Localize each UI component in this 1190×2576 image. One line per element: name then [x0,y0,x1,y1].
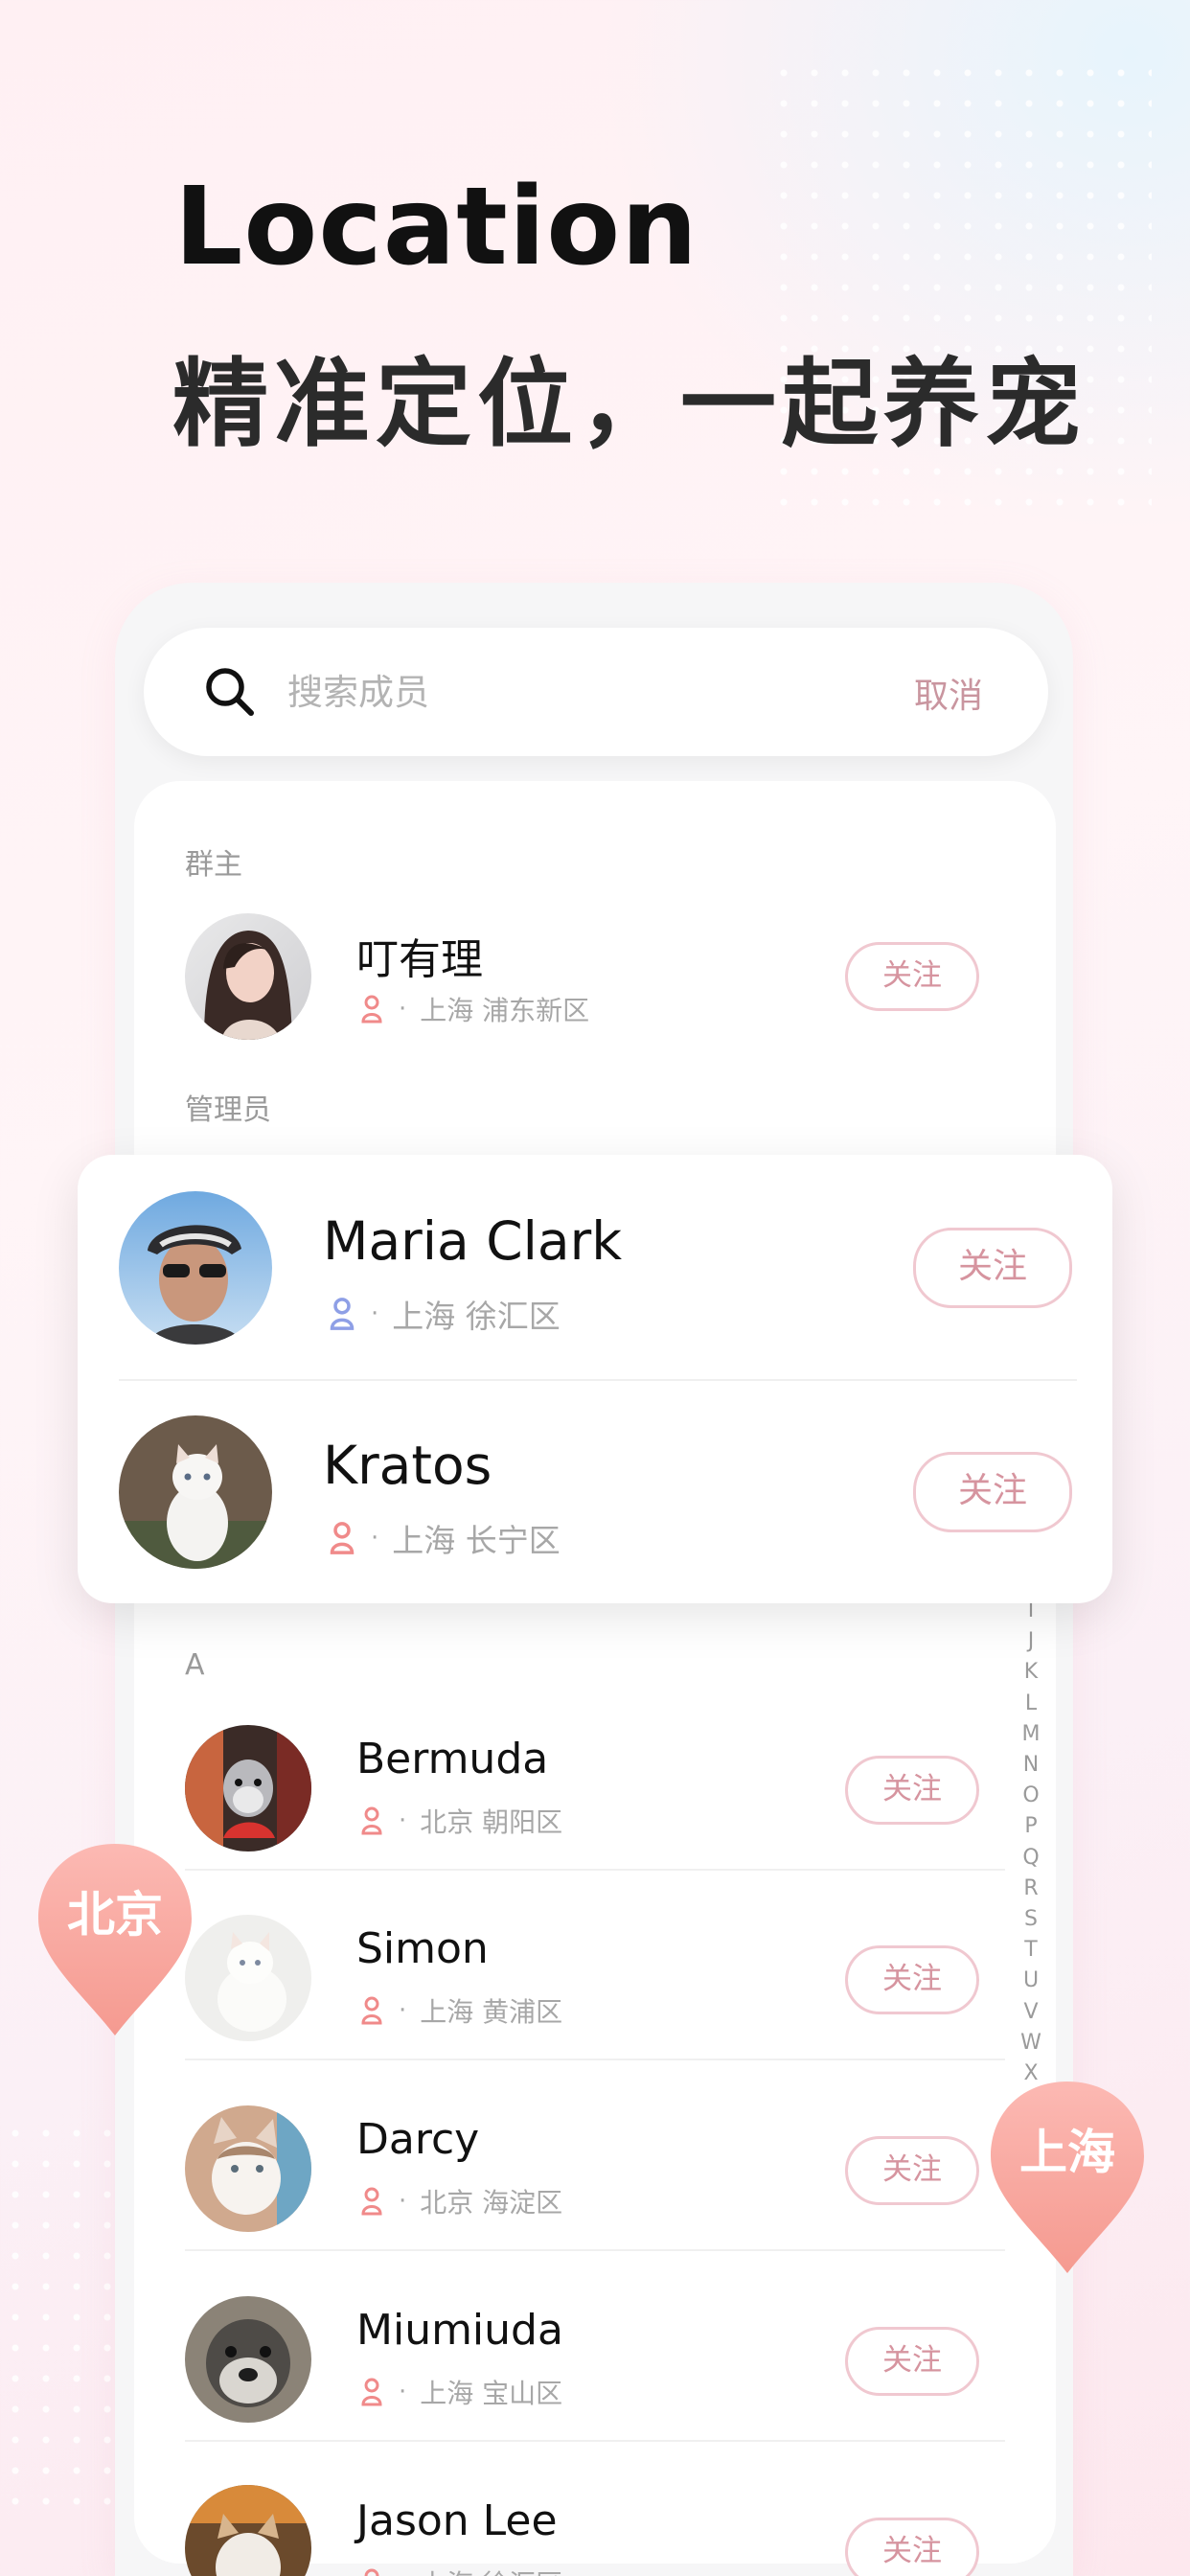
hero-title: Location [174,165,698,289]
avatar [185,913,311,1040]
member-name: Bermuda [356,1735,549,1783]
divider [185,2440,1005,2442]
search-bar: 取消 [144,628,1048,756]
member-meta: · 北京 朝阳区 [360,1802,562,1840]
list-item-admin[interactable]: Maria Clark · 上海 徐汇区 关注 [78,1155,1112,1379]
list-item[interactable]: Simon · 上海 黄浦区 关注 [134,1886,1056,2078]
male-person-icon [330,1298,355,1330]
index-letter[interactable]: Q [1022,1843,1039,1874]
member-location: 上海 徐汇区 [420,2564,562,2576]
female-person-icon [361,1996,382,2025]
index-letter[interactable]: W [1020,2028,1041,2058]
member-meta: · 上海 浦东新区 [360,990,589,1028]
member-meta: · 上海 宝山区 [360,2373,562,2411]
female-person-icon [364,2568,379,2576]
member-location: 北京 海淀区 [420,2187,563,2219]
female-person-icon [361,995,382,1024]
index-letter[interactable]: J [1028,1626,1035,1657]
female-person-icon [361,2378,382,2406]
member-name: Kratos [323,1435,492,1496]
list-item-admin[interactable]: Kratos · 上海 长宁区 关注 [78,1381,1112,1603]
list-item[interactable]: Bermuda · 北京 朝阳区 关注 [134,1696,1056,1888]
follow-button[interactable]: 关注 [845,2136,979,2205]
follow-button[interactable]: 关注 [845,1756,979,1825]
index-letter[interactable]: K [1024,1657,1038,1688]
member-meta: · 上海 长宁区 [329,1515,561,1561]
index-letter[interactable]: O [1022,1781,1039,1811]
avatar [185,1915,311,2041]
hero-subtitle: 精准定位，一起养宠 [172,348,1087,460]
search-input[interactable] [287,656,824,727]
index-letter[interactable]: R [1023,1874,1038,1904]
index-letter[interactable]: U [1023,1966,1039,1996]
member-meta: · 上海 徐汇区 [360,2564,562,2576]
member-meta: · 北京 海淀区 [360,2182,562,2220]
member-name: Simon [356,1924,489,1973]
member-meta: · 上海 徐汇区 [329,1291,561,1337]
search-icon[interactable] [201,663,259,721]
member-location: 北京 朝阳区 [420,1806,563,1838]
section-label-admin: 管理员 [185,1093,271,1127]
member-location: 上海 徐汇区 [392,1298,561,1335]
member-location: 上海 黄浦区 [420,1996,563,2028]
female-person-icon [361,1806,382,1835]
avatar [185,2485,311,2576]
female-person-icon [330,1522,355,1554]
member-name: Miumiuda [356,2306,563,2355]
alphabet-index[interactable]: I J K L M N O P Q R S T U V W X [1017,1596,1045,2089]
location-pin: 上海 [987,2078,1148,2277]
member-name: Darcy [356,2115,480,2164]
index-letter[interactable]: N [1023,1750,1039,1781]
divider [185,2058,1005,2060]
member-name: 叮有理 [356,935,483,984]
follow-button[interactable]: 关注 [913,1228,1072,1308]
avatar [119,1191,272,1345]
list-item[interactable]: Miumiuda · 上海 宝山区 关注 [134,2267,1056,2459]
index-letter[interactable]: S [1024,1904,1038,1935]
member-location: 上海 长宁区 [392,1522,561,1559]
pin-label: 上海 [1019,2125,1115,2180]
member-location: 上海 浦东新区 [420,995,590,1026]
index-letter[interactable]: P [1024,1811,1037,1842]
member-meta: · 上海 黄浦区 [360,1991,562,2030]
follow-button[interactable]: 关注 [845,942,979,1011]
member-name: Jason Lee [356,2496,558,2545]
location-pin: 北京 [34,1840,195,2039]
list-item-owner[interactable]: 叮有理 · 上海 浦东新区 关注 [134,886,1056,1078]
avatar [185,2296,311,2423]
admin-card: Maria Clark · 上海 徐汇区 关注 Kratos · 上海 长宁区 … [78,1155,1112,1603]
avatar [185,1725,311,1852]
pin-label: 北京 [67,1887,163,1943]
section-label-a: A [185,1648,205,1682]
member-name: Maria Clark [323,1210,623,1272]
list-item[interactable]: Jason Lee · 上海 徐汇区 关注 [134,2458,1056,2576]
divider [185,2249,1005,2251]
avatar [119,1415,272,1569]
follow-button[interactable]: 关注 [845,1945,979,2014]
cancel-button[interactable]: 取消 [914,668,983,718]
avatar [185,2105,311,2232]
follow-button[interactable]: 关注 [845,2327,979,2396]
index-letter[interactable]: M [1022,1719,1041,1750]
index-letter[interactable]: L [1025,1689,1037,1719]
follow-button[interactable]: 关注 [845,2518,979,2576]
divider [185,1869,1005,1871]
decorative-dots [0,2118,125,2520]
member-list: 群主 叮有理 · 上海 浦东新区 关注 管理员 A Bermuda · 北京 朝… [134,781,1056,2576]
member-location: 上海 宝山区 [420,2378,563,2409]
follow-button[interactable]: 关注 [913,1452,1072,1532]
index-letter[interactable]: V [1023,1997,1038,2028]
female-person-icon [361,2187,382,2216]
section-label-owner: 群主 [185,848,242,882]
index-letter[interactable]: T [1024,1935,1037,1966]
list-item[interactable]: Darcy · 北京 海淀区 关注 [134,2077,1056,2268]
